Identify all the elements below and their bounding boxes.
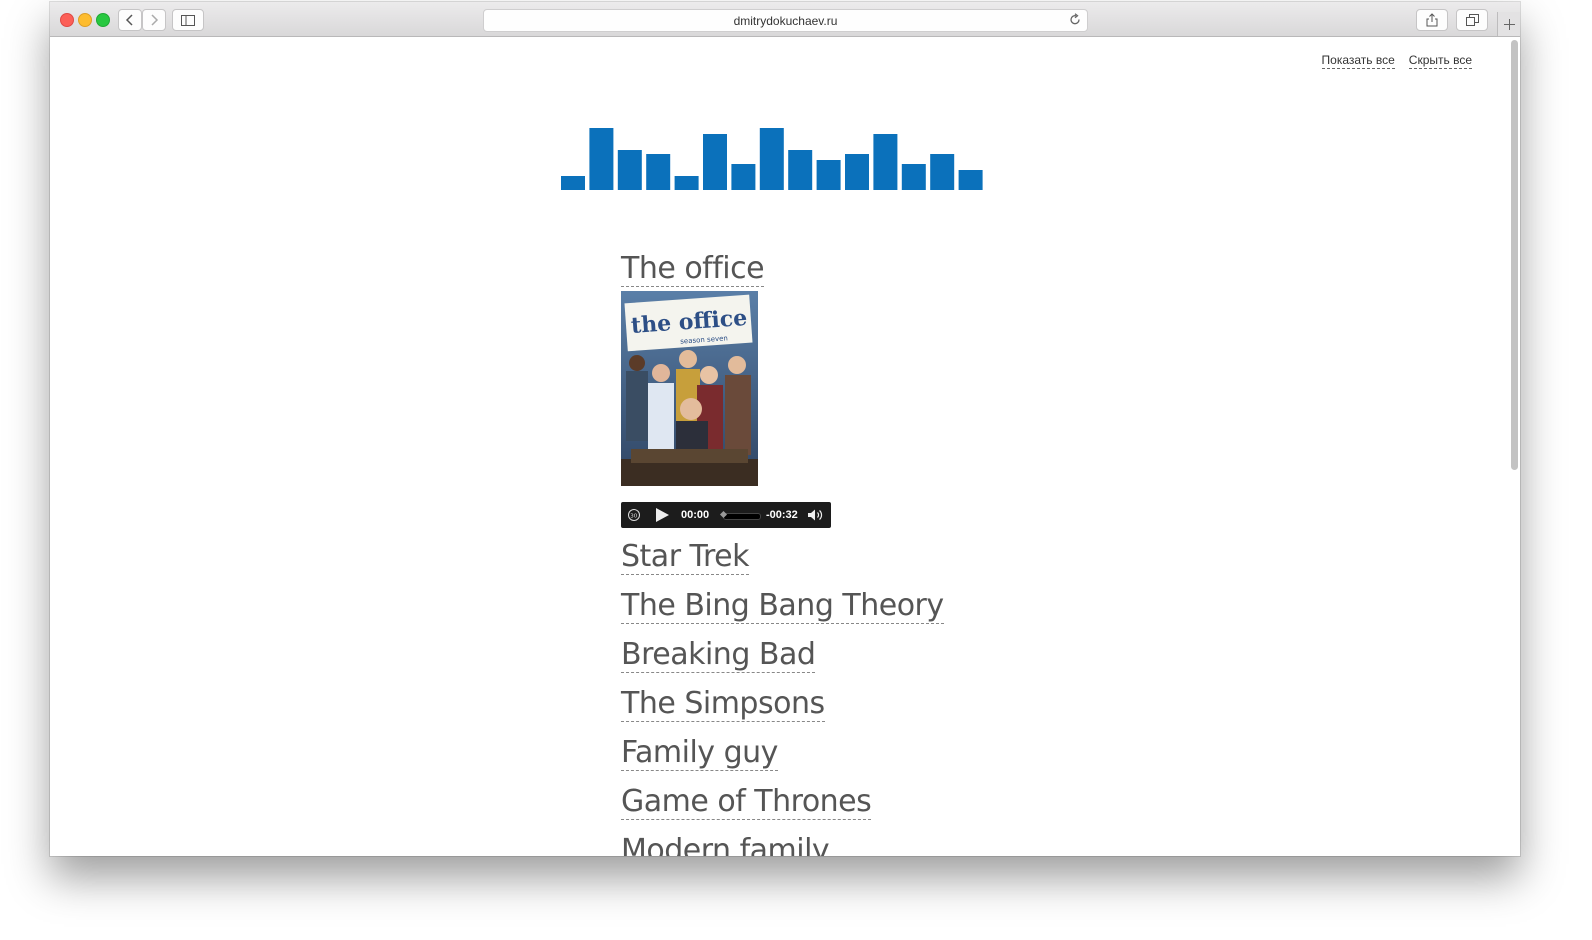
chevron-right-icon: [151, 14, 159, 26]
tabs-overview-button[interactable]: [1456, 9, 1488, 31]
share-button[interactable]: [1416, 9, 1448, 31]
logo-bars: [561, 128, 983, 190]
remaining-time: -00:32: [766, 509, 798, 521]
share-icon: [1426, 13, 1438, 27]
address-bar[interactable]: dmitrydokuchaev.ru: [483, 9, 1088, 32]
show-title-link[interactable]: Star Trek: [621, 540, 749, 575]
sidebar-toggle-button[interactable]: [172, 9, 204, 31]
show-item: The Bing Bang Theory: [621, 589, 1221, 638]
show-title-link[interactable]: Breaking Bad: [621, 638, 816, 673]
show-item: Breaking Bad: [621, 638, 1221, 687]
show-item: Star Trek: [621, 540, 1221, 589]
logo-bar: [845, 154, 869, 190]
logo-bar: [674, 176, 699, 190]
logo-bar: [703, 134, 727, 190]
equalizer-logo: [561, 128, 983, 190]
show-item: The Simpsons: [621, 687, 1221, 736]
show-title-link[interactable]: The office: [621, 252, 765, 287]
logo-bar: [958, 170, 983, 190]
logo-bar: [759, 128, 784, 190]
show-title-link[interactable]: Game of Thrones: [621, 785, 872, 820]
logo-bar: [930, 154, 955, 190]
logo-bar: [873, 134, 898, 190]
logo-bar: [731, 164, 756, 190]
rewind-30-icon[interactable]: 30: [627, 508, 641, 522]
visibility-controls: Показать все Скрыть все: [1321, 53, 1472, 69]
play-icon[interactable]: [654, 507, 670, 523]
show-item: Game of Thrones: [621, 785, 1221, 834]
audio-player: 30 00:00 -00:32: [621, 502, 831, 528]
show-all-link[interactable]: Показать все: [1321, 53, 1395, 69]
page-scrollbar[interactable]: [1511, 40, 1518, 470]
close-window-button[interactable]: [60, 13, 74, 27]
volume-icon[interactable]: [807, 508, 824, 522]
show-item: Family guy: [621, 736, 1221, 785]
the-office-poster-image: the office season seven: [621, 291, 758, 486]
url-text: dmitrydokuchaev.ru: [733, 14, 838, 28]
page-viewport: Показать все Скрыть все The office the o…: [50, 37, 1520, 856]
show-title-link[interactable]: The Simpsons: [621, 687, 825, 722]
svg-text:30: 30: [630, 513, 637, 519]
shows-list: The office the office season seven 30 00…: [621, 252, 1221, 856]
minimize-window-button[interactable]: [78, 13, 92, 27]
logo-bar: [617, 150, 642, 190]
show-title-link[interactable]: Modern family: [621, 834, 830, 857]
logo-bar: [646, 154, 671, 190]
tabs-icon: [1465, 14, 1479, 26]
logo-bar: [561, 176, 585, 190]
new-tab-button[interactable]: [1497, 12, 1520, 36]
browser-toolbar: dmitrydokuchaev.ru: [50, 2, 1520, 37]
show-title-link[interactable]: The Bing Bang Theory: [621, 589, 944, 624]
show-item: The office the office season seven 30 00…: [621, 252, 1221, 528]
show-title-link[interactable]: Family guy: [621, 736, 778, 771]
browser-window: dmitrydokuchaev.ru Показать все Скрыть в…: [50, 2, 1520, 856]
plus-icon: [1503, 18, 1515, 30]
forward-button[interactable]: [142, 9, 166, 31]
logo-bar: [589, 128, 614, 190]
logo-bar: [788, 150, 813, 190]
seek-bar[interactable]: [723, 513, 761, 520]
sidebar-icon: [181, 14, 195, 26]
show-item: Modern family: [621, 834, 1221, 857]
back-button[interactable]: [118, 9, 142, 31]
logo-bar: [816, 160, 841, 190]
zoom-window-button[interactable]: [96, 13, 110, 27]
chevron-left-icon: [125, 14, 133, 26]
hide-all-link[interactable]: Скрыть все: [1408, 53, 1472, 69]
reload-icon[interactable]: [1069, 13, 1081, 26]
logo-bar: [901, 164, 926, 190]
current-time: 00:00: [681, 509, 710, 521]
